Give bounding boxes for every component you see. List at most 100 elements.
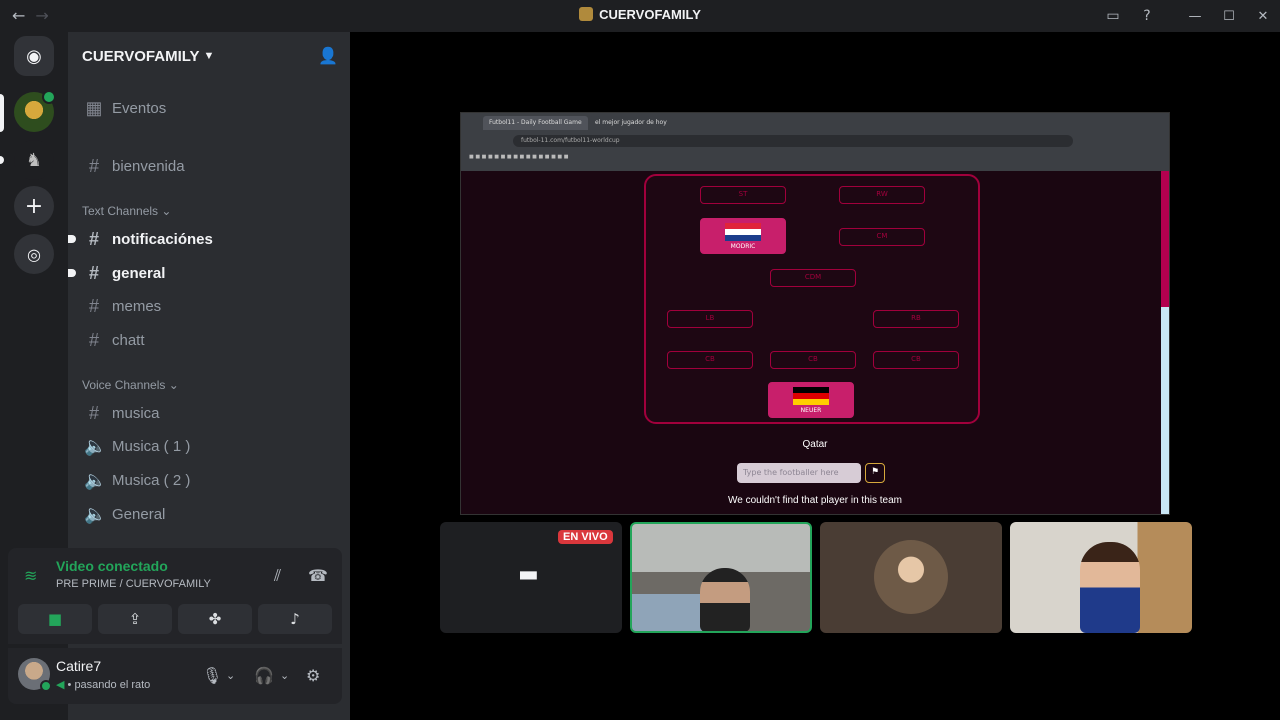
- calendar-icon: ▦: [85, 97, 103, 118]
- guild-name: CUERVOFAMILY: [82, 47, 200, 65]
- hash-icon: #: [88, 402, 99, 423]
- video-tile[interactable]: [1010, 522, 1192, 633]
- position-slot: CB: [667, 351, 753, 369]
- player-name: NEUER: [800, 407, 822, 414]
- speaker-icon: 🔈: [84, 503, 107, 524]
- voice-status-subtitle[interactable]: PRE PRIME / CUERVOFAMILY: [56, 578, 211, 590]
- microphone-icon[interactable]: 🎙: [202, 666, 222, 685]
- position-slot: CB: [873, 351, 959, 369]
- stream-tile[interactable]: EN VIVO ▬: [440, 522, 622, 633]
- filled-position-slot: MODRIC: [700, 218, 786, 254]
- user-panel: Catire7 ◀ • pasando el rato 🎙 ⌄ 🎧 ⌄ ⚙: [8, 648, 342, 704]
- background-flag: [632, 594, 702, 631]
- hash-icon: #: [88, 262, 99, 283]
- category-text-channels[interactable]: Text Channels ⌄: [82, 204, 171, 218]
- position-slot: CDM: [770, 269, 856, 287]
- channel-label: General: [112, 505, 166, 523]
- position-slot: RW: [839, 186, 925, 204]
- voice-channel-general[interactable]: 🔈 General: [76, 498, 342, 530]
- hash-icon: #: [88, 329, 99, 350]
- participant-video: [1080, 542, 1140, 633]
- live-badge: EN VIVO: [558, 530, 613, 544]
- voice-channel-musica-2[interactable]: 🔈 Musica ( 2 ): [76, 464, 342, 496]
- formation-pitch: ST RW MODRIC CM CDM LB RB CB CB CB NEUER: [644, 174, 980, 424]
- signal-icon[interactable]: ≋: [24, 566, 37, 585]
- speaker-icon: 🔈: [84, 435, 107, 456]
- scrollbar-thumb[interactable]: [1161, 171, 1169, 307]
- title-bar: ← → CUERVOFAMILY ▭ ? — ☐ ✕: [0, 0, 1280, 32]
- channel-chatt[interactable]: # chatt: [76, 324, 342, 356]
- participant-avatar: [874, 540, 948, 614]
- video-tile-speaking[interactable]: [630, 522, 812, 633]
- guild-header[interactable]: CUERVOFAMILY ▼: [68, 32, 350, 80]
- monitor-icon: ▬: [518, 562, 539, 587]
- add-server-icon[interactable]: +: [14, 186, 54, 226]
- notification-badge: [42, 90, 56, 104]
- maximize-button[interactable]: ☐: [1212, 9, 1246, 24]
- hash-icon: #: [88, 155, 99, 176]
- channel-bienvenida[interactable]: # bienvenida: [76, 150, 342, 182]
- server-icon: [579, 7, 594, 21]
- online-status-icon: [40, 680, 52, 692]
- player-name: MODRIC: [730, 243, 756, 250]
- server-wolf[interactable]: ♞: [14, 140, 54, 180]
- chevron-down-icon: ▼: [203, 50, 215, 62]
- chevron-down-icon[interactable]: ⌄: [280, 669, 289, 682]
- discord-home-icon[interactable]: ◉: [14, 36, 54, 76]
- unread-indicator: [68, 235, 76, 243]
- hash-icon: #: [88, 295, 99, 316]
- hash-icon: #: [88, 228, 99, 249]
- bookmarks-bar: ■ ■ ■ ■ ■ ■ ■ ■ ■ ■ ■ ■ ■ ■ ■ ■: [469, 154, 569, 160]
- server-cuervofamily[interactable]: [14, 90, 56, 132]
- headphones-icon[interactable]: 🎧: [254, 666, 274, 685]
- noise-suppression-icon[interactable]: ⫽: [274, 566, 281, 586]
- footballer-input[interactable]: Type the footballer here: [737, 463, 861, 483]
- screen-share-button[interactable]: ⇪: [98, 604, 172, 634]
- voice-connection-panel: ≋ Video conectado PRE PRIME / CUERVOFAMI…: [8, 548, 342, 644]
- channel-label: Eventos: [112, 99, 167, 117]
- voice-status-title[interactable]: Video conectado: [56, 558, 168, 574]
- voice-stage: Futbol11 - Daily Football Game el mejor …: [350, 32, 1280, 720]
- help-icon[interactable]: ?: [1130, 8, 1164, 24]
- channel-label: notificaciónes: [112, 230, 213, 248]
- channel-memes[interactable]: # memes: [76, 290, 342, 322]
- speaker-icon: 🔈: [84, 469, 107, 490]
- channel-general[interactable]: # general: [68, 257, 342, 289]
- window-title-text: CUERVOFAMILY: [599, 7, 701, 22]
- channel-label: musica: [112, 404, 160, 422]
- settings-gear-icon[interactable]: ⚙: [306, 666, 320, 685]
- chevron-down-icon[interactable]: ⌄: [226, 669, 235, 682]
- soundboard-button[interactable]: ♪: [258, 604, 332, 634]
- country-label: Qatar: [802, 439, 828, 450]
- server-unread-pill: [0, 156, 4, 164]
- flag-submit-icon[interactable]: ⚑: [865, 463, 885, 483]
- channel-label: Musica ( 2 ): [112, 471, 191, 489]
- channel-eventos[interactable]: ▦ Eventos: [76, 92, 342, 124]
- browser-tab: el mejor jugador de hoy: [589, 116, 673, 130]
- participant-video: [700, 568, 750, 631]
- position-slot: CM: [839, 228, 925, 246]
- discover-compass-icon[interactable]: ◎: [14, 234, 54, 274]
- username[interactable]: Catire7: [56, 658, 101, 674]
- activities-button[interactable]: ✤: [178, 604, 252, 634]
- error-message: We couldn't find that player in this tea…: [727, 495, 903, 506]
- screen-share-view[interactable]: Futbol11 - Daily Football Game el mejor …: [460, 112, 1170, 515]
- channel-label: general: [112, 264, 166, 282]
- inbox-icon[interactable]: ▭: [1096, 8, 1130, 24]
- camera-button[interactable]: ■: [18, 604, 92, 634]
- disconnect-icon[interactable]: ☎: [308, 566, 328, 585]
- invite-user-icon[interactable]: 👤: [318, 46, 338, 65]
- category-voice-channels[interactable]: Voice Channels ⌄: [82, 378, 179, 392]
- voice-channel-musica-1[interactable]: 🔈 Musica ( 1 ): [76, 430, 342, 462]
- position-slot: ST: [700, 186, 786, 204]
- close-button[interactable]: ✕: [1246, 9, 1280, 24]
- minimize-button[interactable]: —: [1178, 9, 1212, 24]
- user-status: ◀ • pasando el rato: [56, 679, 151, 691]
- channel-musica[interactable]: # musica: [76, 397, 342, 429]
- position-slot: LB: [667, 310, 753, 328]
- address-bar: futbol-11.com/futbol11-worldcup: [513, 135, 1073, 147]
- channel-label: memes: [112, 297, 162, 315]
- browser-chrome: Futbol11 - Daily Football Game el mejor …: [461, 113, 1169, 171]
- channel-notificaciones[interactable]: # notificaciónes: [68, 223, 342, 255]
- video-tile[interactable]: [820, 522, 1002, 633]
